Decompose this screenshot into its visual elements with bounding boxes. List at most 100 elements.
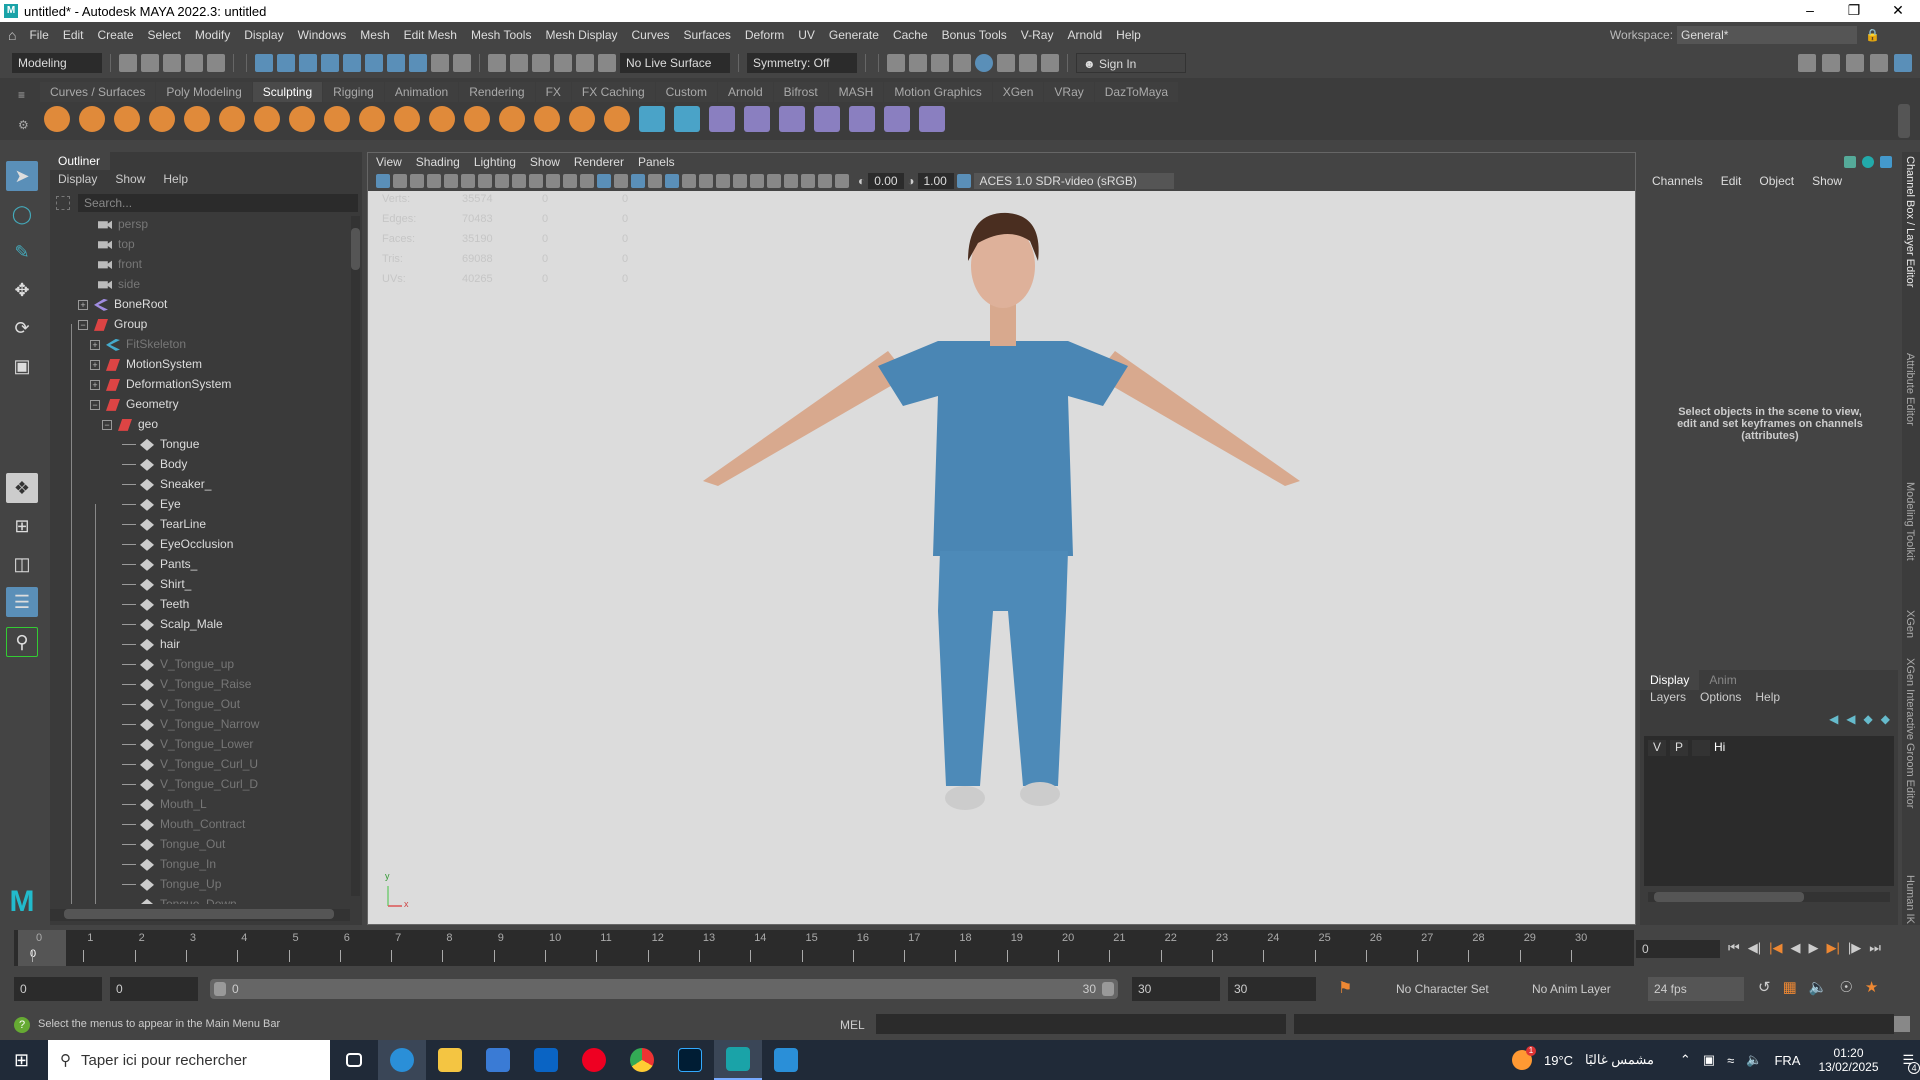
file-explorer-icon[interactable]	[426, 1040, 474, 1080]
outliner-item[interactable]: Shirt_	[122, 574, 191, 594]
meet-now-icon[interactable]: ▣	[1703, 1052, 1715, 1068]
lock-selection-icon[interactable]	[431, 54, 449, 72]
tab-display[interactable]: Display	[1640, 670, 1700, 690]
wifi-icon[interactable]: ≈	[1727, 1053, 1734, 1068]
side-tab-modeling-toolkit[interactable]: Modeling Toolkit	[1904, 482, 1916, 561]
go-to-end-icon[interactable]: ⏭	[1869, 940, 1881, 956]
outliner-item[interactable]: + BoneRoot	[78, 294, 167, 314]
backface-culling-icon[interactable]	[835, 174, 849, 188]
render-sequence-icon[interactable]	[909, 54, 927, 72]
outliner-item[interactable]: Mouth_Contract	[122, 814, 245, 834]
outliner-item[interactable]: V_Tongue_Lower	[122, 734, 253, 754]
outliner-item[interactable]: Sneaker_	[122, 474, 211, 494]
outliner-item[interactable]: top	[98, 234, 135, 254]
shelf-tab-curves-surfaces[interactable]: Curves / Surfaces	[40, 82, 156, 102]
time-slider[interactable]: 0 0 1 2 3 4 5 6 7 8 9 10 11 12 13 14 15 16 17 18 19 20 21 22 23 2…	[14, 930, 1634, 966]
menu-select[interactable]: Select	[148, 28, 181, 42]
shelf-tab-arnold[interactable]: Arnold	[717, 82, 773, 102]
viewport-menu-panels[interactable]: Panels	[638, 153, 675, 171]
menu-file[interactable]: File	[29, 28, 48, 42]
screen-space-ao-icon[interactable]	[699, 174, 713, 188]
shelf-tab-mash[interactable]: MASH	[828, 82, 884, 102]
menu-edit-mesh[interactable]: Edit Mesh	[404, 28, 457, 42]
outliner-item[interactable]: front	[98, 254, 142, 274]
two-view-layout-icon[interactable]: ◫	[6, 549, 38, 579]
redo-icon[interactable]	[207, 54, 225, 72]
character-controls-icon[interactable]: ★	[1865, 978, 1878, 996]
pinch-icon[interactable]	[184, 106, 210, 132]
shelf-settings-icon[interactable]: ⚙	[18, 118, 29, 132]
weather-temperature[interactable]: 19°C	[1544, 1053, 1573, 1068]
outliner-item[interactable]: V_Tongue_Curl_U	[122, 754, 258, 774]
outliner-item[interactable]: TearLine	[122, 514, 206, 534]
expand-icon[interactable]: +	[90, 359, 100, 370]
search-icon[interactable]: ⚲	[6, 627, 38, 657]
select-camera-icon[interactable]	[376, 174, 390, 188]
foamy-icon[interactable]	[254, 106, 280, 132]
step-forward-key-icon[interactable]: |▶	[1848, 940, 1861, 956]
layer-display-type-toggle[interactable]	[1692, 740, 1710, 756]
layer-scrollbar[interactable]	[1648, 892, 1890, 902]
outliner-item[interactable]: Pants_	[122, 554, 197, 574]
live-surface-field[interactable]: No Live Surface	[620, 53, 730, 73]
bookmarks-icon[interactable]	[410, 174, 424, 188]
outliner-item[interactable]: + MotionSystem	[90, 354, 202, 374]
scene-end-field[interactable]: 30	[1228, 977, 1316, 1001]
app-icon[interactable]	[762, 1040, 810, 1080]
outliner-horizontal-scrollbar[interactable]	[50, 909, 350, 921]
outliner-item[interactable]: − geo	[102, 414, 158, 434]
select-hierarchy-icon[interactable]	[255, 54, 273, 72]
edit-menu[interactable]: Edit	[1721, 174, 1742, 188]
gamma-field[interactable]: 1.00	[917, 173, 954, 189]
menu-mesh-display[interactable]: Mesh Display	[545, 28, 617, 42]
outliner-item[interactable]: V_Tongue_Raise	[122, 674, 251, 694]
fill-icon[interactable]	[464, 106, 490, 132]
scrape-icon[interactable]	[429, 106, 455, 132]
collapse-icon[interactable]: −	[102, 419, 112, 430]
menu-generate[interactable]: Generate	[829, 28, 879, 42]
outliner-item[interactable]: V_Tongue_Curl_D	[122, 774, 258, 794]
single-perspective-layout-icon[interactable]: ❖	[6, 473, 38, 503]
expand-icon[interactable]: +	[90, 379, 100, 390]
weather-text[interactable]: مشمس غالبًا	[1585, 1052, 1654, 1068]
windows-start-icon[interactable]: ⊞	[14, 1050, 29, 1071]
symmetry-dropdown[interactable]: Symmetry: Off	[747, 53, 857, 73]
bulge-icon[interactable]	[569, 106, 595, 132]
move-layer-up-icon[interactable]: ◀	[1829, 712, 1838, 726]
layer-name[interactable]: Hi	[1714, 740, 1725, 754]
help-menu[interactable]: Help	[1755, 690, 1780, 708]
move-tool-icon[interactable]: ✥	[6, 275, 38, 305]
menu-set-dropdown[interactable]: Modeling	[12, 53, 102, 73]
outliner-item[interactable]: + DeformationSystem	[90, 374, 231, 394]
outliner-item[interactable]: EyeOcclusion	[122, 534, 233, 554]
side-tab-channel-box-layer-editor[interactable]: Channel Box / Layer Editor	[1904, 156, 1916, 287]
menu-cache[interactable]: Cache	[893, 28, 928, 42]
rotate-tool-icon[interactable]: ⟳	[6, 313, 38, 343]
script-editor-icon[interactable]	[1894, 1016, 1910, 1032]
menu-mesh-tools[interactable]: Mesh Tools	[471, 28, 531, 42]
menu-v-ray[interactable]: V-Ray	[1021, 28, 1054, 42]
maya-taskbar-icon[interactable]	[714, 1040, 762, 1080]
wrap-icon[interactable]	[919, 106, 945, 132]
shelf-tab-animation[interactable]: Animation	[384, 82, 459, 102]
select-joint-icon[interactable]	[343, 54, 361, 72]
volume-icon[interactable]: 🔈	[1746, 1052, 1762, 1068]
shelf-tab-daztomaya[interactable]: DazToMaya	[1094, 82, 1179, 102]
task-view-icon[interactable]	[330, 1040, 378, 1080]
undo-icon[interactable]	[185, 54, 203, 72]
play-forward-icon[interactable]: ▶	[1808, 940, 1818, 956]
shelf-tab-fx-caching[interactable]: FX Caching	[571, 82, 655, 102]
viewport-canvas[interactable]: Verts: 35574 0 0 Edges: 70483 0 0 Faces: 35190 0 0 T…	[368, 191, 1635, 924]
close-button[interactable]: ✕	[1876, 0, 1920, 22]
outliner-item[interactable]: Tongue	[122, 434, 199, 454]
paint-select-tool-icon[interactable]: ✎	[6, 237, 38, 267]
gate-mask-icon[interactable]	[529, 174, 543, 188]
photoshop-icon[interactable]	[666, 1040, 714, 1080]
collapse-icon[interactable]: −	[78, 319, 88, 330]
tool-settings-toggle-icon[interactable]	[1870, 54, 1888, 72]
viewport-menu-lighting[interactable]: Lighting	[474, 153, 516, 171]
snap-live-icon[interactable]	[576, 54, 594, 72]
side-tab-xgen-interactive-groom-editor[interactable]: XGen Interactive Groom Editor	[1904, 658, 1916, 808]
loop-icon[interactable]: ↺	[1758, 978, 1771, 996]
store-icon[interactable]	[474, 1040, 522, 1080]
